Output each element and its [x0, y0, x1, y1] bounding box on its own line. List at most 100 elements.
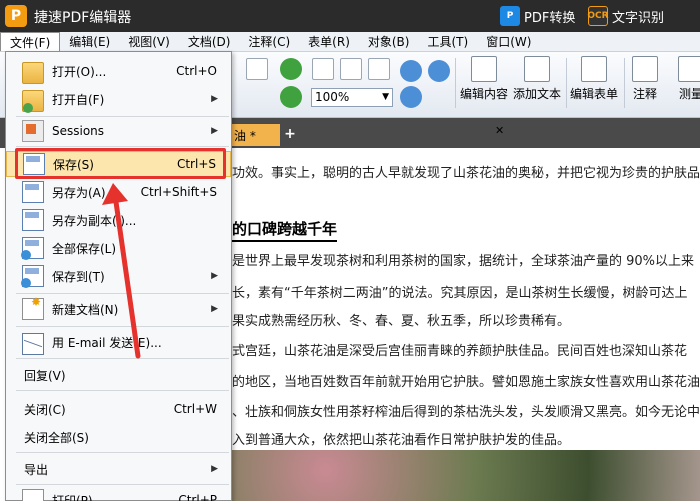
menu-bar: 文件(F) 编辑(E) 视图(V) 文档(D) 注释(C) 表单(R) 对象(B… — [0, 32, 700, 52]
zoom-in-icon[interactable] — [400, 60, 422, 82]
pdf-convert-button[interactable]: P PDF转换 — [500, 5, 575, 27]
menu-item-open[interactable]: 打开(O)... Ctrl+O — [6, 58, 231, 84]
pdf-convert-icon: P — [500, 6, 520, 26]
menu-item-label: 保存(S) — [53, 157, 94, 172]
document-text-line: 果实成熟需经历秋、冬、春、夏、秋五季，所以珍贵稀有。 — [232, 314, 571, 329]
document-text-line: 长，素有“千年茶树二两油”的说法。究其原因，是山茶树生长缓慢，树龄可达上 — [232, 286, 688, 301]
file-menu-dropdown: 打开(O)... Ctrl+O 打开自(F) ▶ Sessions ▶ 保存(S… — [5, 51, 232, 501]
zoom-value: 100% — [315, 90, 350, 104]
measure-button[interactable]: 测量 — [678, 56, 700, 102]
chevron-down-icon: ▼ — [382, 92, 389, 102]
menu-item-shortcut: Ctrl+S — [176, 157, 216, 171]
zoom-select[interactable]: 100% ▼ — [311, 88, 393, 107]
annotate-icon — [632, 56, 658, 82]
menu-item-save-to[interactable]: 保存到(T) ▶ — [6, 263, 231, 289]
menu-item-close-all[interactable]: 关闭全部(S) — [6, 424, 231, 450]
menu-item-label: 另存为副本(I)... — [52, 213, 137, 228]
menu-item-save[interactable]: 保存(S) Ctrl+S — [6, 151, 231, 177]
rotate-cw-icon[interactable] — [280, 58, 302, 80]
menu-item-label: 打印(P)... — [52, 493, 105, 501]
document-tab[interactable]: 油 * ✕ — [230, 124, 504, 146]
menu-item-shortcut: Ctrl+P — [178, 493, 217, 501]
submenu-arrow-icon: ▶ — [211, 304, 218, 314]
save-to-disk-icon — [21, 265, 44, 288]
edit-content-icon — [471, 56, 497, 82]
menu-item-close[interactable]: 关闭(C) Ctrl+W — [6, 396, 231, 422]
menu-separator — [16, 146, 229, 147]
menu-item-label: 用 E-mail 发送(E)... — [52, 335, 162, 350]
menu-window[interactable]: 窗口(W) — [477, 32, 540, 51]
submenu-arrow-icon: ▶ — [211, 271, 218, 281]
ocr-label: 文字识别 — [612, 10, 665, 26]
menu-item-revert[interactable]: 回复(V) — [6, 362, 231, 388]
edit-content-button[interactable]: 编辑内容 — [460, 56, 508, 102]
annotate-label: 注释 — [632, 87, 657, 101]
menu-separator — [16, 452, 229, 453]
add-tab-icon[interactable]: + — [283, 127, 297, 141]
menu-item-label: 全部保存(L) — [52, 241, 117, 256]
fit-page-icon[interactable] — [340, 58, 362, 80]
annotate-button[interactable]: 注释 — [632, 56, 658, 102]
edit-form-button[interactable]: 编辑表单 — [570, 56, 618, 102]
save-disk-icon — [23, 153, 45, 175]
print-icon — [22, 489, 44, 501]
document-photo — [232, 450, 700, 501]
menu-file[interactable]: 文件(F) — [0, 32, 61, 51]
menu-item-shortcut: Ctrl+Shift+S — [140, 185, 217, 199]
menu-edit[interactable]: 编辑(E) — [60, 32, 119, 51]
document-text-line: 、壮族和侗族女性用茶籽榨油后得到的茶枯洗头发，头发顺滑又黑亮。如今无论中 — [232, 405, 700, 420]
menu-separator — [16, 358, 229, 359]
measure-icon — [678, 56, 700, 82]
sessions-icon — [22, 120, 44, 142]
menu-item-open-from[interactable]: 打开自(F) ▶ — [6, 86, 231, 113]
menu-separator — [16, 390, 229, 391]
menu-item-shortcut: Ctrl+W — [173, 402, 217, 416]
edit-form-label: 编辑表单 — [570, 87, 619, 101]
actual-size-icon[interactable] — [312, 58, 334, 80]
menu-item-save-copy[interactable]: 另存为副本(I)... — [6, 207, 231, 233]
app-logo-icon: P — [5, 5, 27, 27]
menu-item-label: 新建文档(N) — [52, 302, 119, 317]
menu-item-label: 关闭全部(S) — [24, 430, 89, 445]
measure-label: 测量 — [678, 87, 700, 101]
menu-item-label: 打开(O)... — [52, 64, 107, 79]
menu-document[interactable]: 文档(D) — [179, 32, 240, 51]
menu-form[interactable]: 表单(R) — [299, 32, 359, 51]
document-text-line: 入到普通大众，依然把山茶花油看作日常护肤护发的佳品。 — [232, 433, 571, 448]
edit-form-icon — [581, 56, 607, 82]
select-tool-icon[interactable] — [246, 58, 268, 80]
menu-separator — [16, 293, 229, 294]
menu-item-label: 另存为(A)... — [52, 185, 118, 200]
title-bar: P 捷速PDF编辑器 P PDF转换 OCR 文字识别 — [0, 0, 700, 32]
menu-separator — [16, 116, 229, 117]
rotate-ccw-icon[interactable] — [280, 86, 302, 108]
menu-comment[interactable]: 注释(C) — [239, 32, 299, 51]
document-text-line: 功效。事实上，聪明的古人早就发现了山茶花油的奥秘，并把它视为珍贵的护肤品 — [232, 166, 700, 181]
ocr-icon: OCR — [587, 6, 609, 26]
menu-item-sessions[interactable]: Sessions ▶ — [6, 118, 231, 144]
submenu-arrow-icon: ▶ — [211, 126, 218, 136]
menu-item-email[interactable]: 用 E-mail 发送(E)... — [6, 329, 231, 355]
menu-item-label: Sessions — [52, 124, 105, 138]
zoom-out-icon[interactable] — [428, 60, 450, 82]
menu-item-label: 打开自(F) — [52, 92, 105, 107]
menu-view[interactable]: 视图(V) — [119, 32, 179, 51]
menu-item-new-document[interactable]: ✸ 新建文档(N) ▶ — [6, 295, 231, 322]
toolbar-separator — [624, 58, 625, 108]
add-text-button[interactable]: 添加文本 — [513, 56, 561, 102]
menu-object[interactable]: 对象(B) — [359, 32, 419, 51]
submenu-arrow-icon: ▶ — [211, 94, 218, 104]
menu-item-print[interactable]: 打印(P)... Ctrl+P — [6, 487, 231, 501]
menu-item-save-all[interactable]: 全部保存(L) — [6, 235, 231, 261]
ocr-button[interactable]: OCR 文字识别 — [587, 5, 665, 27]
zoom-fit-icon[interactable] — [400, 86, 422, 108]
menu-item-export[interactable]: 导出 ▶ — [6, 456, 231, 482]
email-icon — [22, 333, 44, 355]
menu-item-shortcut: Ctrl+O — [176, 64, 217, 78]
document-text-line: 是世界上最早发现茶树和利用茶树的国家，据统计，全球茶油产量的 90%以上来 — [232, 254, 695, 269]
pdf-convert-label: PDF转换 — [524, 10, 576, 26]
close-tab-icon[interactable]: ✕ — [495, 124, 504, 137]
fit-width-icon[interactable] — [368, 58, 390, 80]
menu-tools[interactable]: 工具(T) — [418, 32, 477, 51]
menu-item-save-as[interactable]: 另存为(A)... Ctrl+Shift+S — [6, 179, 231, 205]
